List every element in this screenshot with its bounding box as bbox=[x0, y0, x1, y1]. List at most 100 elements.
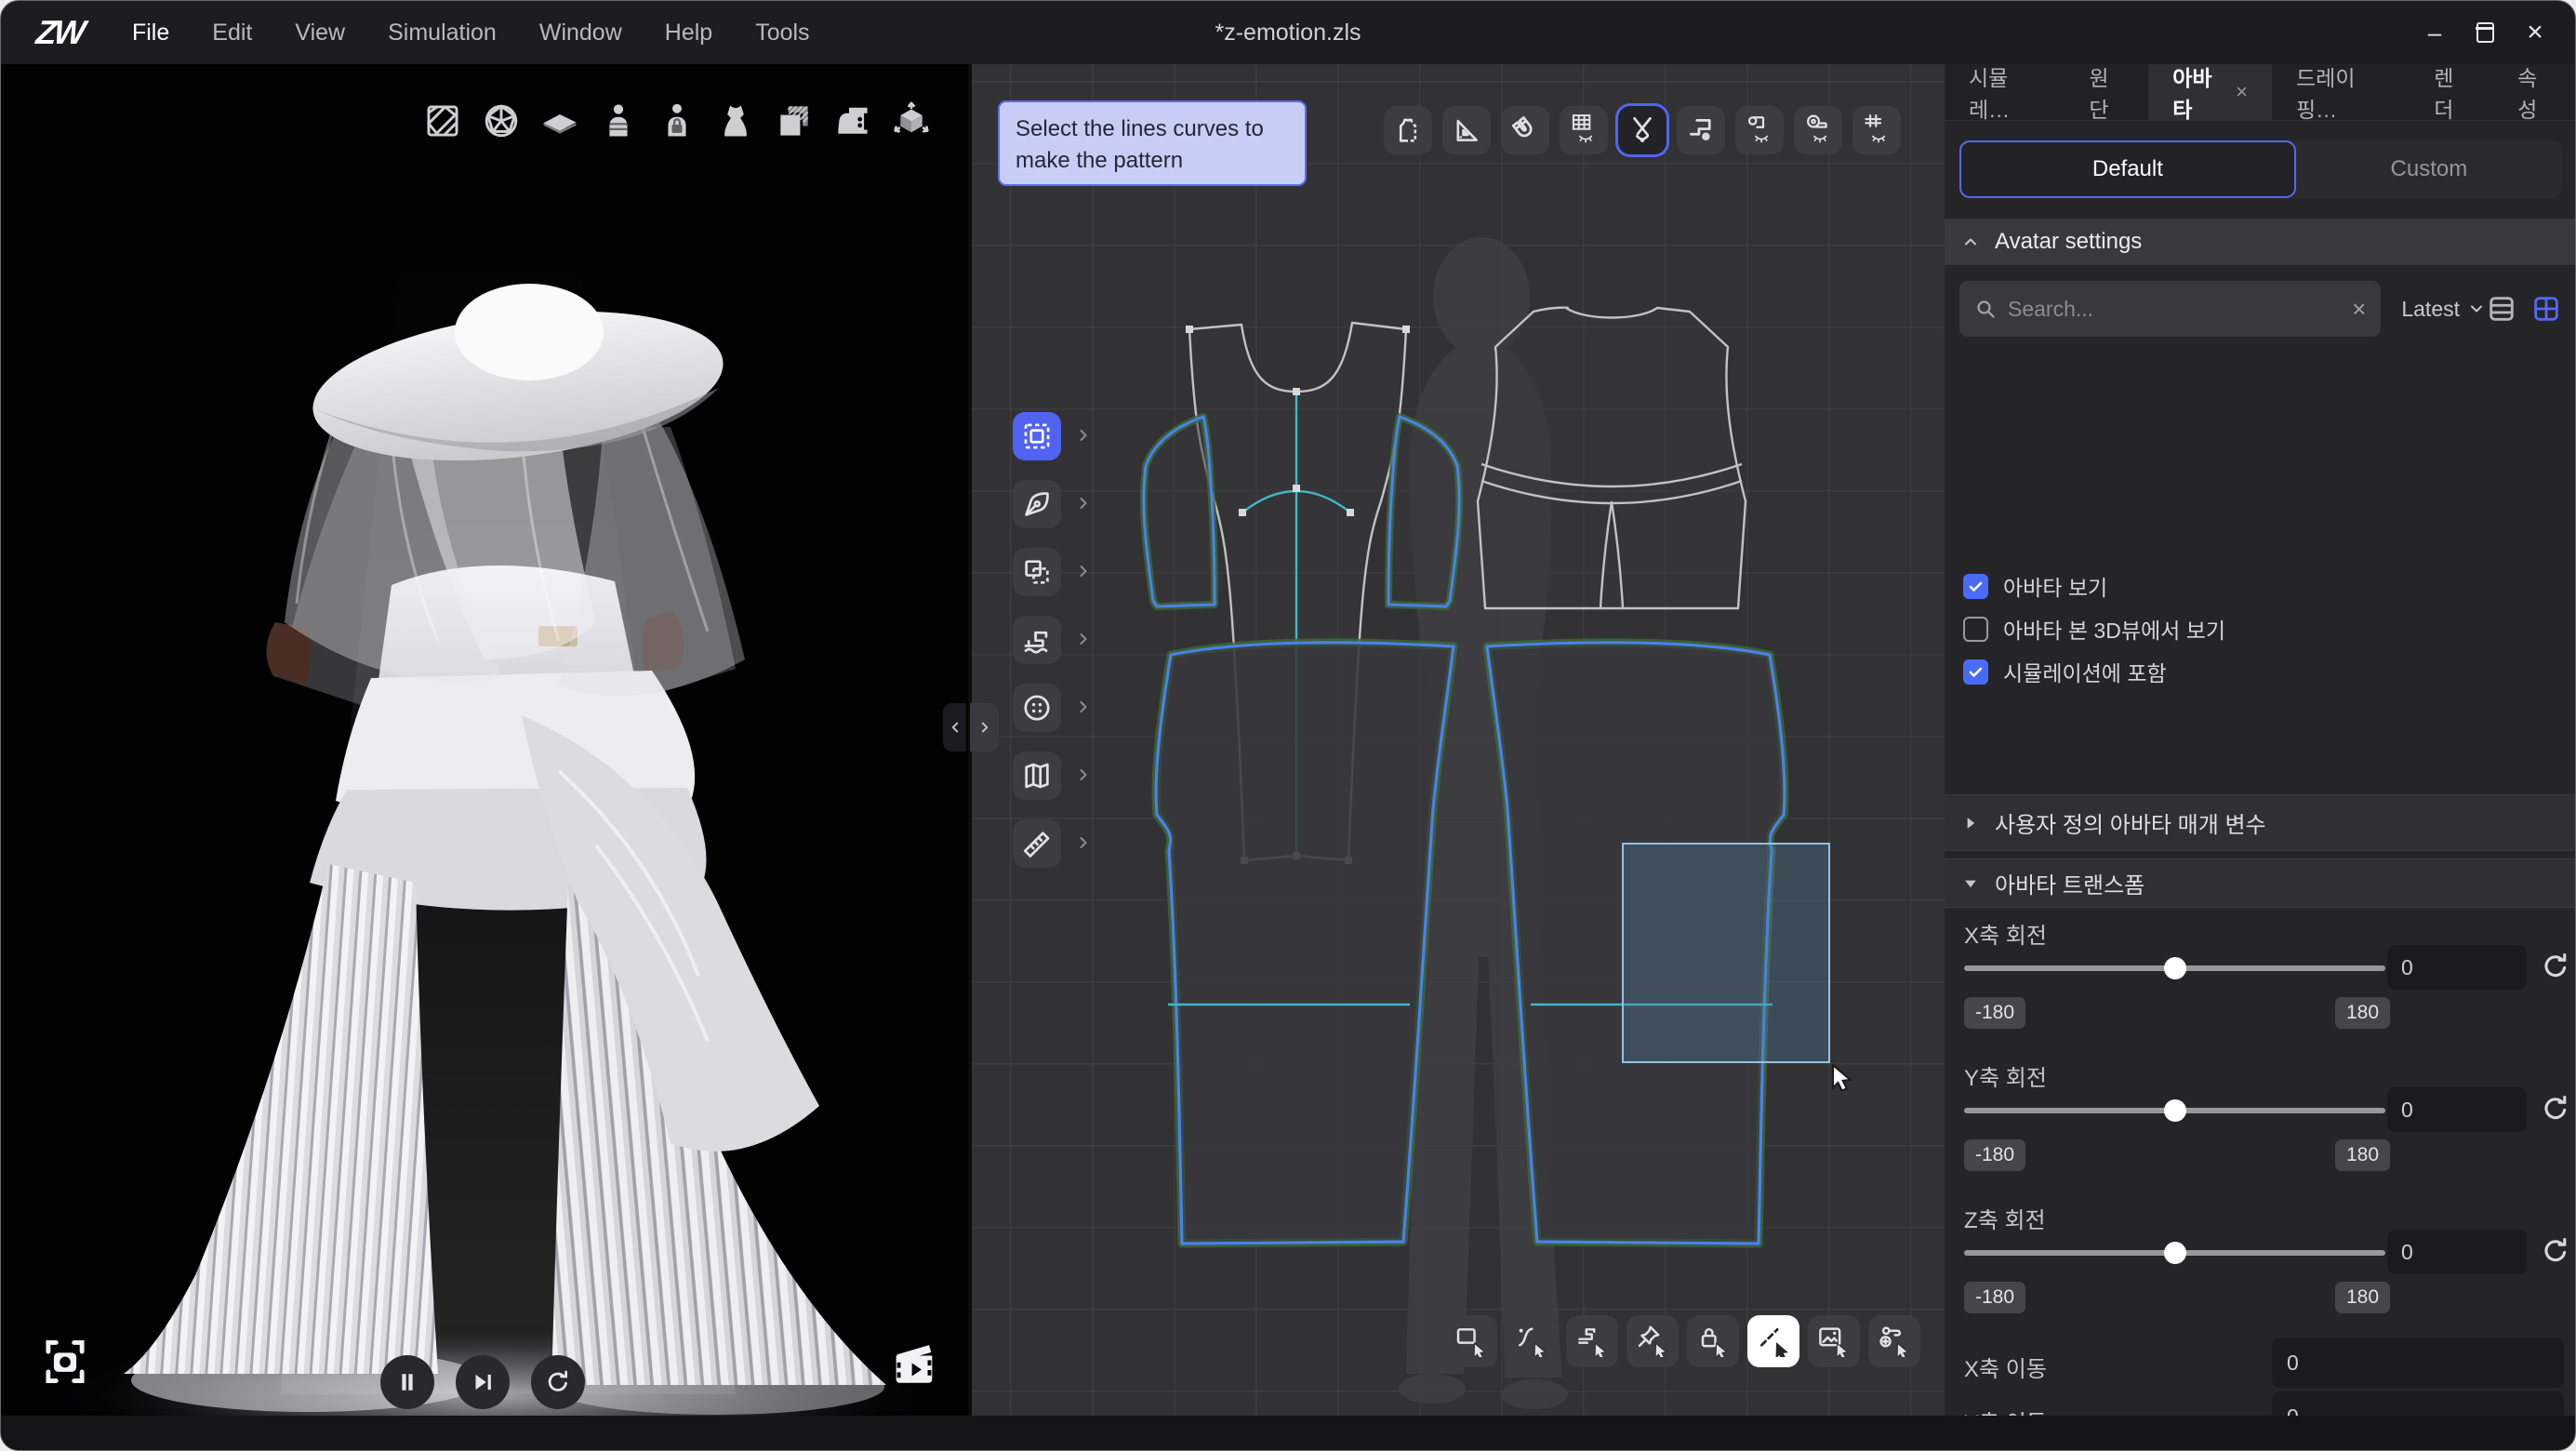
video-record-icon[interactable] bbox=[887, 1337, 941, 1391]
pause-button[interactable] bbox=[380, 1355, 434, 1409]
notch-grid-visibility-icon[interactable] bbox=[1852, 106, 1901, 154]
menu-window[interactable]: Window bbox=[518, 12, 644, 54]
checkbox-checked-icon[interactable] bbox=[1963, 659, 1988, 685]
x-rotation-value[interactable] bbox=[2387, 945, 2527, 990]
chevron-right-icon[interactable] bbox=[1074, 698, 1093, 716]
minimize-button[interactable]: – bbox=[2421, 19, 2449, 47]
avatar-lock-icon[interactable] bbox=[656, 92, 698, 150]
chevron-right-icon[interactable] bbox=[1074, 426, 1093, 445]
checkbox-checked-icon[interactable] bbox=[1963, 574, 1988, 599]
set-square-icon[interactable] bbox=[1442, 106, 1491, 154]
reset-icon[interactable] bbox=[2540, 1093, 2571, 1125]
camera-capture-icon[interactable] bbox=[38, 1335, 92, 1389]
checkbox-include-simulation[interactable]: 시뮬레이션에 포함 bbox=[1963, 650, 2562, 693]
tab-avatar[interactable]: 아바타× bbox=[2148, 64, 2272, 120]
fabric-roll-visibility-icon[interactable] bbox=[1735, 106, 1784, 154]
ruler-tool-icon[interactable] bbox=[1013, 819, 1061, 868]
close-button[interactable]: × bbox=[2521, 19, 2549, 47]
select-lock-icon[interactable] bbox=[1687, 1315, 1739, 1367]
tool-hint-tooltip: Select the lines curves to make the patt… bbox=[998, 100, 1307, 186]
menu-file[interactable]: File bbox=[111, 12, 191, 54]
duplicate-tool-icon[interactable] bbox=[1013, 548, 1061, 596]
pattern-trace-icon[interactable] bbox=[1384, 106, 1432, 154]
pattern-editor-2d[interactable]: Select the lines curves to make the patt… bbox=[971, 64, 1945, 1450]
tab-properties[interactable]: 속성 bbox=[2493, 64, 2576, 120]
x-translate-value[interactable] bbox=[2272, 1338, 2564, 1388]
search-box[interactable]: × bbox=[1959, 281, 2381, 337]
wireframe-sphere-icon[interactable] bbox=[480, 92, 523, 150]
chevron-right-icon[interactable] bbox=[1074, 833, 1093, 852]
y-rotation-value[interactable] bbox=[2387, 1087, 2527, 1132]
z-rotation-slider[interactable] bbox=[1964, 1250, 2385, 1256]
slider-thumb[interactable] bbox=[2164, 1099, 2186, 1122]
tab-draping[interactable]: 드레이핑… bbox=[2272, 64, 2410, 120]
fold-tool-icon[interactable] bbox=[1013, 752, 1061, 800]
tab-simulation[interactable]: 시뮬레… bbox=[1945, 64, 2065, 120]
ground-plane-icon[interactable] bbox=[538, 92, 581, 150]
select-texture-icon[interactable] bbox=[1808, 1315, 1860, 1367]
reset-icon[interactable] bbox=[2540, 951, 2571, 982]
tab-render[interactable]: 렌더 bbox=[2410, 64, 2493, 120]
select-line-icon[interactable] bbox=[1747, 1315, 1799, 1367]
tab-close-icon[interactable]: × bbox=[2236, 80, 2248, 104]
chevron-right-icon[interactable] bbox=[1074, 562, 1093, 580]
section-custom-avatar-params[interactable]: 사용자 정의 아바타 매개 변수 bbox=[1945, 794, 2576, 851]
gizmo-cube-icon[interactable] bbox=[890, 92, 933, 150]
window-bottom-edge bbox=[1, 1416, 2575, 1450]
measure-visibility-icon[interactable] bbox=[1794, 106, 1842, 154]
viewport-3d[interactable] bbox=[1, 64, 971, 1450]
menu-edit[interactable]: Edit bbox=[191, 12, 273, 54]
select-seam-icon[interactable] bbox=[1566, 1315, 1618, 1367]
preset-custom-button[interactable]: Custom bbox=[2296, 140, 2562, 198]
magnet-snap-icon[interactable] bbox=[1501, 106, 1549, 154]
step-forward-button[interactable] bbox=[456, 1355, 510, 1409]
z-rotation-value[interactable] bbox=[2387, 1230, 2527, 1274]
x-rotation-slider[interactable] bbox=[1964, 965, 2385, 971]
cut-tool-icon[interactable] bbox=[1618, 106, 1666, 154]
pen-tool-icon[interactable] bbox=[1013, 480, 1061, 528]
slider-thumb[interactable] bbox=[2164, 957, 2186, 979]
seam-offset-icon[interactable] bbox=[1677, 106, 1725, 154]
chevron-right-icon[interactable] bbox=[1074, 630, 1093, 648]
button-tool-icon[interactable] bbox=[1013, 684, 1061, 732]
avatar-measure-icon[interactable] bbox=[597, 92, 640, 150]
select-pattern-icon[interactable] bbox=[1445, 1315, 1497, 1367]
checkbox-show-avatar[interactable]: 아바타 보기 bbox=[1963, 565, 2562, 607]
mesh-quality-icon[interactable] bbox=[421, 92, 464, 150]
sewing-tool-icon[interactable] bbox=[1013, 616, 1061, 664]
menu-view[interactable]: View bbox=[273, 12, 366, 54]
avatar-settings-header[interactable]: Avatar settings bbox=[1945, 219, 2576, 265]
panel-divider[interactable] bbox=[968, 64, 972, 1450]
checkbox-unchecked-icon[interactable] bbox=[1963, 617, 1988, 642]
sewing-machine-icon[interactable] bbox=[831, 92, 874, 150]
fabric-layers-icon[interactable] bbox=[773, 92, 816, 150]
tab-fabric[interactable]: 원단 bbox=[2065, 64, 2148, 120]
list-view-icon[interactable] bbox=[2486, 293, 2517, 325]
checkbox-show-bones[interactable]: 아바타 본 3D뷰에서 보기 bbox=[1963, 607, 2562, 650]
expand-2d-button[interactable] bbox=[970, 703, 999, 752]
menu-tools[interactable]: Tools bbox=[734, 12, 830, 54]
select-tool-icon[interactable] bbox=[1013, 412, 1061, 460]
y-rotation-slider[interactable] bbox=[1964, 1108, 2385, 1113]
slider-thumb[interactable] bbox=[2164, 1242, 2186, 1264]
section-avatar-transform[interactable]: 아바타 트랜스폼 bbox=[1945, 859, 2576, 908]
search-clear-icon[interactable]: × bbox=[2352, 295, 2366, 324]
select-fastener-icon[interactable] bbox=[1868, 1315, 1920, 1367]
preset-default-button[interactable]: Default bbox=[1959, 140, 2296, 198]
grid-view-icon[interactable] bbox=[2530, 293, 2562, 325]
sort-dropdown[interactable]: Latest bbox=[2401, 297, 2486, 322]
reset-icon[interactable] bbox=[2540, 1235, 2571, 1267]
loop-button[interactable] bbox=[531, 1355, 585, 1409]
maximize-button[interactable] bbox=[2471, 19, 2499, 47]
menu-help[interactable]: Help bbox=[644, 12, 734, 54]
collapse-3d-button[interactable] bbox=[943, 703, 966, 752]
select-curve-icon[interactable] bbox=[1506, 1315, 1558, 1367]
search-input[interactable] bbox=[2008, 297, 2341, 322]
menu-simulation[interactable]: Simulation bbox=[366, 12, 518, 54]
x-rotation-group: X축 회전 -180 180 bbox=[1945, 917, 2576, 1057]
chevron-right-icon[interactable] bbox=[1074, 494, 1093, 513]
select-pin-icon[interactable] bbox=[1627, 1315, 1679, 1367]
grid-visibility-icon[interactable] bbox=[1560, 106, 1608, 154]
chevron-right-icon[interactable] bbox=[1074, 765, 1093, 784]
garment-icon[interactable] bbox=[714, 92, 757, 150]
